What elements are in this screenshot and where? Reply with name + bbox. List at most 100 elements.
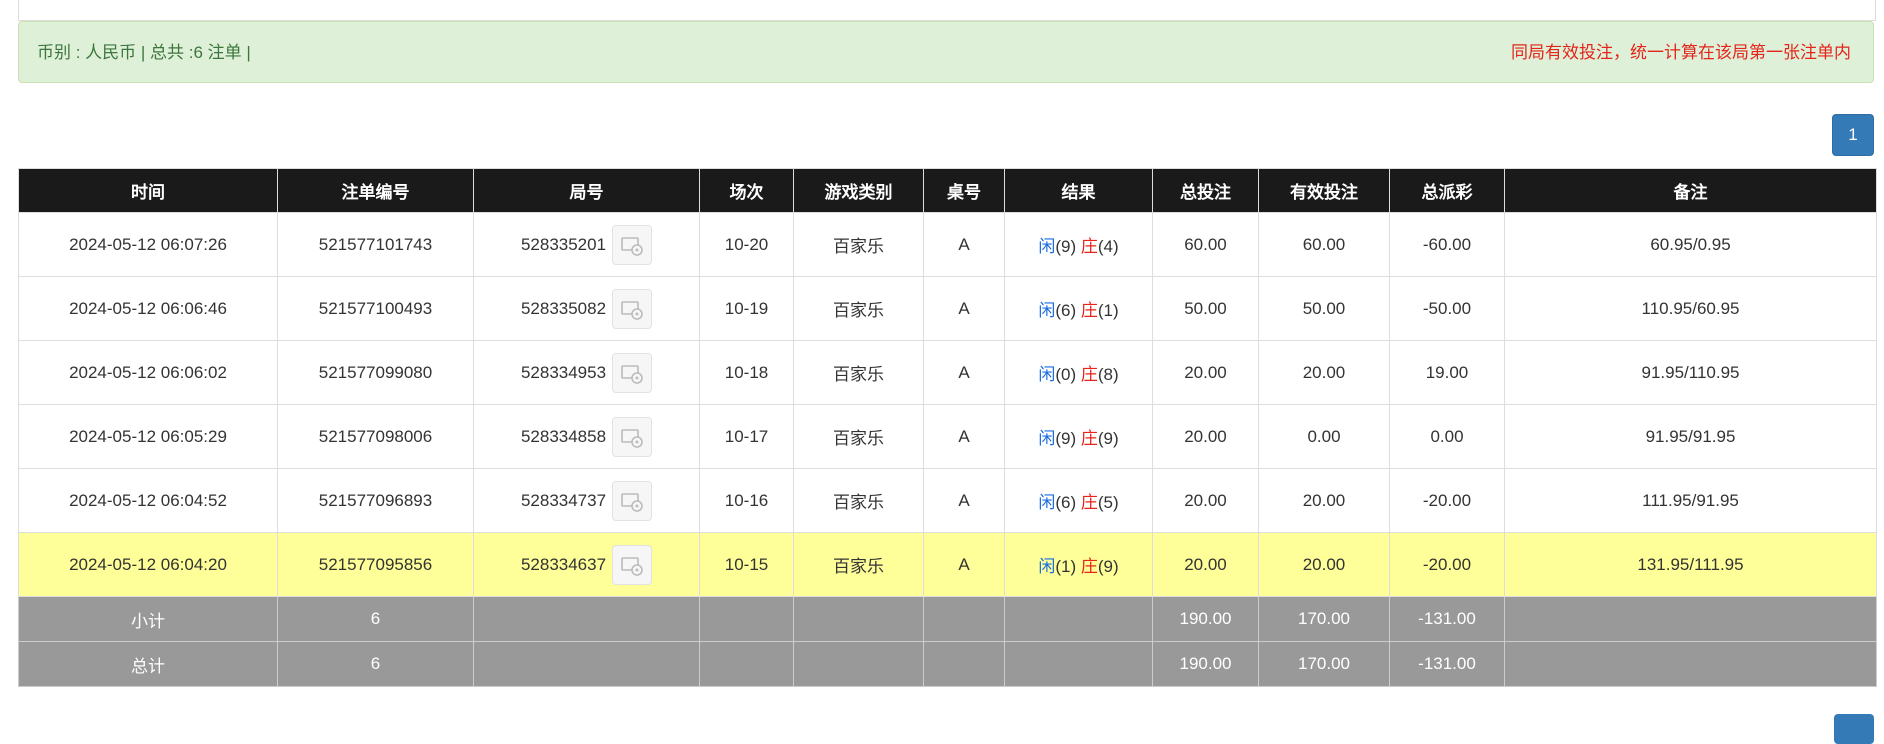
cell-table: A [923, 212, 1005, 277]
player-label: 闲 [1038, 365, 1056, 384]
cell-payout: -60.00 [1389, 212, 1505, 277]
header-game-type: 游戏类别 [793, 168, 924, 213]
cell-session: 10-18 [699, 340, 794, 405]
cell-result: 闲(1) 庄(9) [1004, 532, 1153, 597]
header-time: 时间 [18, 168, 278, 213]
banker-label: 庄 [1080, 429, 1098, 448]
cell-result: 闲(6) 庄(5) [1004, 468, 1153, 533]
bottom-page-button[interactable] [1834, 714, 1874, 744]
table-row: 2024-05-12 06:04:52 521577096893 5283347… [18, 468, 1877, 533]
cell-valid-bet: 50.00 [1258, 276, 1390, 341]
cell-game: 百家乐 [793, 340, 924, 405]
video-replay-icon[interactable] [612, 544, 653, 585]
banker-label: 庄 [1080, 493, 1098, 512]
cell-result: 闲(9) 庄(4) [1004, 212, 1153, 277]
cell-remark: 110.95/60.95 [1504, 276, 1877, 341]
cell-game: 百家乐 [793, 404, 924, 469]
player-score: (6) [1055, 301, 1077, 320]
cell-remark: 111.95/91.95 [1504, 468, 1877, 533]
cell-valid-bet: 20.00 [1258, 468, 1390, 533]
player-score: (9) [1055, 429, 1077, 448]
total-payout: -131.00 [1389, 641, 1505, 687]
round-number: 528335082 [520, 298, 607, 318]
cell-payout: -20.00 [1389, 468, 1505, 533]
banker-score: (8) [1097, 365, 1119, 384]
top-panel [18, 0, 1876, 21]
cell-remark: 60.95/0.95 [1504, 212, 1877, 277]
total-valid-bet: 170.00 [1258, 641, 1390, 687]
cell-total-bet: 20.00 [1152, 340, 1259, 405]
table-row: 2024-05-12 06:06:46 521577100493 5283350… [18, 276, 1877, 341]
header-valid-bet: 有效投注 [1258, 168, 1390, 213]
header-total-bet: 总投注 [1152, 168, 1259, 213]
table-row: 2024-05-12 06:06:02 521577099080 5283349… [18, 340, 1877, 405]
cell-total-bet: 20.00 [1152, 468, 1259, 533]
player-score: (9) [1055, 237, 1077, 256]
player-score: (1) [1055, 557, 1077, 576]
cell-time: 2024-05-12 06:07:26 [18, 212, 278, 277]
banker-label: 庄 [1080, 301, 1098, 320]
header-payout: 总派彩 [1389, 168, 1505, 213]
cell-table: A [923, 276, 1005, 341]
video-replay-icon[interactable] [612, 224, 653, 265]
cell-payout: -50.00 [1389, 276, 1505, 341]
round-number: 528334953 [520, 362, 607, 382]
cell-time: 2024-05-12 06:05:29 [18, 404, 278, 469]
cell-time: 2024-05-12 06:06:46 [18, 276, 278, 341]
cell-time: 2024-05-12 06:06:02 [18, 340, 278, 405]
header-remark: 备注 [1504, 168, 1877, 213]
page-1-button[interactable]: 1 [1832, 114, 1874, 156]
video-replay-icon[interactable] [612, 480, 653, 521]
player-label: 闲 [1038, 429, 1056, 448]
cell-remark: 131.95/111.95 [1504, 532, 1877, 597]
video-replay-icon[interactable] [612, 352, 653, 393]
round-number: 528334637 [520, 554, 607, 574]
cell-valid-bet: 60.00 [1258, 212, 1390, 277]
table-row: 2024-05-12 06:05:29 521577098006 5283348… [18, 404, 1877, 469]
cell-valid-bet: 20.00 [1258, 340, 1390, 405]
cell-session: 10-15 [699, 532, 794, 597]
summary-text: 币别 : 人民币 | 总共 :6 注单 | [37, 43, 251, 62]
cell-session: 10-16 [699, 468, 794, 533]
banker-label: 庄 [1080, 237, 1098, 256]
banker-score: (1) [1097, 301, 1119, 320]
player-label: 闲 [1038, 493, 1056, 512]
cell-round: 528334858 [473, 404, 700, 469]
cell-bet-no: 521577098006 [277, 404, 474, 469]
player-label: 闲 [1038, 237, 1056, 256]
subtotal-total-bet: 190.00 [1152, 596, 1259, 642]
cell-round: 528335082 [473, 276, 700, 341]
notice-text: 同局有效投注，统一计算在该局第一张注单内 [1511, 43, 1851, 62]
cell-remark: 91.95/110.95 [1504, 340, 1877, 405]
banker-score: (9) [1097, 557, 1119, 576]
cell-session: 10-20 [699, 212, 794, 277]
round-number: 528335201 [520, 234, 607, 254]
subtotal-label: 小计 [18, 596, 278, 642]
cell-total-bet: 20.00 [1152, 532, 1259, 597]
summary-bar: 币别 : 人民币 | 总共 :6 注单 | 同局有效投注，统一计算在该局第一张注… [18, 21, 1874, 83]
subtotal-count: 6 [277, 596, 474, 642]
total-row: 总计 6 190.00 170.00 -131.00 [18, 641, 1877, 687]
header-result: 结果 [1004, 168, 1153, 213]
cell-bet-no: 521577099080 [277, 340, 474, 405]
bet-records-table: 时间 注单编号 局号 场次 游戏类别 桌号 结果 总投注 有效投注 总派彩 备注… [18, 168, 1877, 687]
cell-result: 闲(6) 庄(1) [1004, 276, 1153, 341]
table-row-highlighted: 2024-05-12 06:04:20 521577095856 5283346… [18, 532, 1877, 597]
cell-round: 528335201 [473, 212, 700, 277]
banker-score: (5) [1097, 493, 1119, 512]
video-replay-icon[interactable] [612, 288, 653, 329]
banker-score: (4) [1097, 237, 1119, 256]
video-replay-icon[interactable] [612, 416, 653, 457]
cell-remark: 91.95/91.95 [1504, 404, 1877, 469]
header-round: 局号 [473, 168, 700, 213]
cell-game: 百家乐 [793, 532, 924, 597]
cell-bet-no: 521577096893 [277, 468, 474, 533]
cell-bet-no: 521577095856 [277, 532, 474, 597]
cell-payout: 0.00 [1389, 404, 1505, 469]
total-label: 总计 [18, 641, 278, 687]
header-bet-no: 注单编号 [277, 168, 474, 213]
cell-result: 闲(0) 庄(8) [1004, 340, 1153, 405]
cell-game: 百家乐 [793, 212, 924, 277]
cell-total-bet: 50.00 [1152, 276, 1259, 341]
cell-round: 528334737 [473, 468, 700, 533]
